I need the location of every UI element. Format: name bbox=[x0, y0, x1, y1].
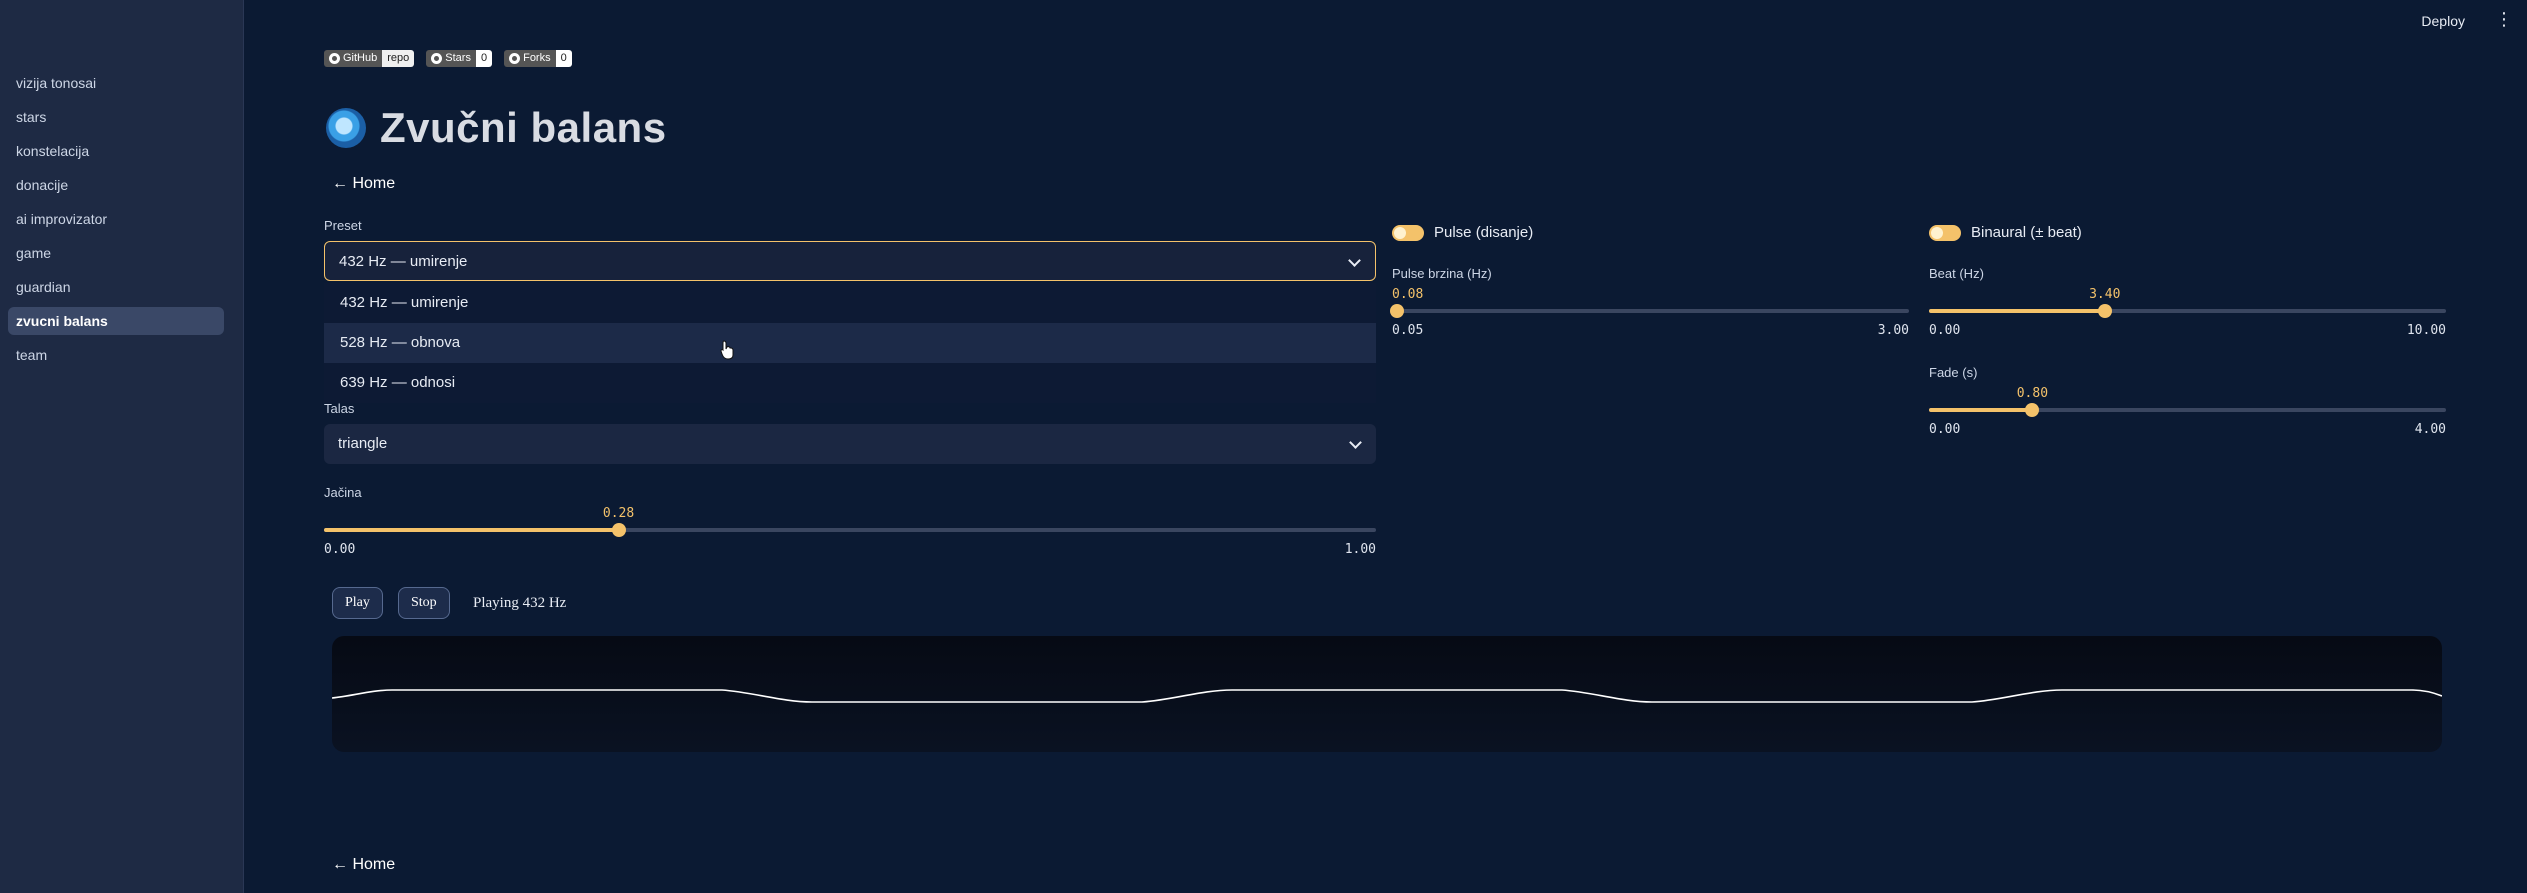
slider-value: 0.28 bbox=[602, 506, 635, 521]
binaural-toggle[interactable]: Binaural (± beat) bbox=[1929, 224, 2082, 241]
badge-value: 0 bbox=[475, 50, 493, 67]
github-icon bbox=[329, 53, 340, 64]
fade-label: Fade (s) bbox=[1929, 365, 1978, 380]
chevron-down-icon bbox=[1349, 436, 1362, 449]
slider-min: 0.00 bbox=[1929, 422, 1961, 437]
page-title: Zvučni balans bbox=[380, 104, 667, 151]
play-button[interactable]: Play bbox=[332, 587, 383, 619]
sidebar-item-guardian[interactable]: guardian bbox=[8, 273, 224, 301]
pulse-toggle[interactable]: Pulse (disanje) bbox=[1392, 224, 1533, 241]
talas-selected-value: triangle bbox=[338, 435, 388, 452]
preset-label: Preset bbox=[324, 218, 362, 233]
slider-value: 3.40 bbox=[2089, 287, 2121, 302]
preset-option[interactable]: 528 Hz — obnova bbox=[324, 323, 1376, 363]
sidebar: vizija tonosai stars konstelacija donaci… bbox=[0, 0, 244, 893]
badge-row: GitHub repo Stars 0 Forks 0 bbox=[324, 50, 572, 67]
pulse-speed-label: Pulse brzina (Hz) bbox=[1392, 266, 1492, 281]
slider-track bbox=[1392, 309, 1909, 313]
preset-dropdown-menu: 432 Hz — umirenje 528 Hz — obnova 639 Hz… bbox=[324, 283, 1376, 403]
playback-status: Playing 432 Hz bbox=[473, 595, 567, 611]
slider-max: 1.00 bbox=[1344, 542, 1376, 557]
sidebar-item-ai-improvizator[interactable]: ai improvizator bbox=[8, 205, 224, 233]
badge-value: 0 bbox=[555, 50, 572, 67]
slider-thumb[interactable] bbox=[2097, 304, 2112, 318]
home-link[interactable]: ← Home bbox=[332, 175, 395, 193]
binaural-toggle-label: Binaural (± beat) bbox=[1971, 224, 2082, 241]
github-forks-badge[interactable]: Forks 0 bbox=[504, 50, 572, 67]
sidebar-item-stars[interactable]: stars bbox=[8, 103, 224, 131]
badge-value: repo bbox=[382, 50, 415, 67]
slider-min: 0.00 bbox=[324, 542, 356, 557]
sidebar-item-donacije[interactable]: donacije bbox=[8, 171, 224, 199]
badge-label: GitHub bbox=[343, 52, 378, 64]
github-stars-badge[interactable]: Stars 0 bbox=[426, 50, 493, 67]
toggle-switch[interactable] bbox=[1929, 224, 1961, 241]
main-content: GitHub repo Stars 0 Forks 0 Zvučni balan… bbox=[244, 0, 2527, 893]
badge-label: Forks bbox=[523, 52, 551, 64]
beat-label: Beat (Hz) bbox=[1929, 266, 1984, 281]
slider-max: 10.00 bbox=[2406, 323, 2446, 338]
github-repo-badge[interactable]: GitHub repo bbox=[324, 50, 415, 67]
jacina-label: Jačina bbox=[324, 485, 362, 500]
slider-thumb[interactable] bbox=[1390, 304, 1405, 318]
talas-select[interactable]: triangle bbox=[324, 424, 1376, 464]
badge-label: Stars bbox=[445, 52, 471, 64]
slider-value: 0.80 bbox=[2016, 386, 2049, 401]
slider-thumb[interactable] bbox=[611, 523, 626, 537]
sidebar-item-zvucni-balans[interactable]: zvucni balans bbox=[8, 307, 224, 335]
sidebar-nav: vizija tonosai stars konstelacija donaci… bbox=[8, 69, 224, 375]
sidebar-item-vizija-tonosai[interactable]: vizija tonosai bbox=[8, 69, 224, 97]
mouse-pointer-icon bbox=[720, 340, 734, 360]
slider-min: 0.05 bbox=[1392, 323, 1424, 338]
slider-fill bbox=[324, 528, 619, 532]
preset-option[interactable]: 432 Hz — umirenje bbox=[324, 283, 1376, 323]
slider-max: 4.00 bbox=[2414, 422, 2446, 437]
sidebar-item-game[interactable]: game bbox=[8, 239, 224, 267]
preset-selected-value: 432 Hz — umirenje bbox=[339, 253, 468, 270]
waveform-line bbox=[332, 689, 2442, 703]
slider-fill bbox=[1929, 408, 2033, 412]
slider-max: 3.00 bbox=[1877, 323, 1909, 338]
preset-select[interactable]: 432 Hz — umirenje bbox=[324, 241, 1376, 281]
pulse-toggle-label: Pulse (disanje) bbox=[1434, 224, 1534, 241]
slider-value: 0.08 bbox=[1392, 287, 1424, 302]
github-icon bbox=[431, 53, 443, 64]
talas-label: Talas bbox=[324, 401, 355, 416]
preset-option[interactable]: 639 Hz — odnosi bbox=[324, 363, 1376, 403]
slider-thumb[interactable] bbox=[2025, 403, 2040, 417]
page-header: Zvučni balans bbox=[326, 104, 667, 152]
sidebar-item-team[interactable]: team bbox=[8, 341, 224, 369]
waveform-visualizer bbox=[332, 636, 2442, 752]
sidebar-item-konstelacija[interactable]: konstelacija bbox=[8, 137, 224, 165]
toggle-switch[interactable] bbox=[1392, 224, 1424, 241]
chevron-down-icon bbox=[1348, 254, 1361, 267]
github-icon bbox=[509, 53, 521, 64]
home-link-bottom[interactable]: ← Home bbox=[332, 856, 395, 874]
app-logo-icon bbox=[326, 108, 366, 148]
slider-min: 0.00 bbox=[1929, 323, 1961, 338]
stop-button[interactable]: Stop bbox=[398, 587, 450, 619]
slider-fill bbox=[1929, 309, 2105, 313]
